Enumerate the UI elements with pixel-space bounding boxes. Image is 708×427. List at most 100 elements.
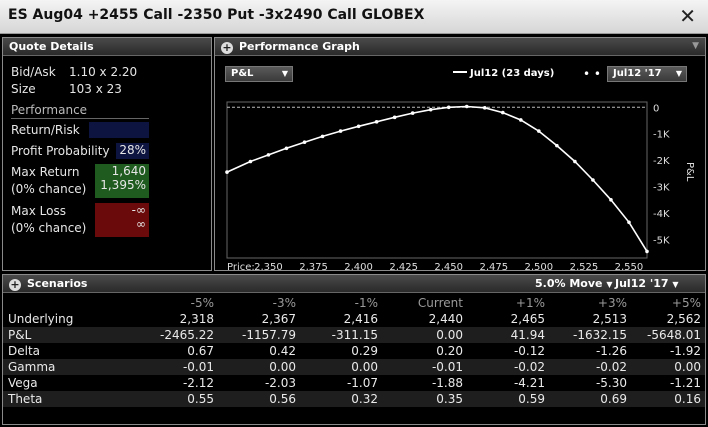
pnl-point [482, 106, 487, 110]
table-cell: -1.88 [431, 376, 463, 390]
expand-icon[interactable]: + [221, 42, 233, 54]
table-cell: -1.92 [669, 344, 701, 358]
table-row: Theta 0.55 0.56 0.32 0.35 0.59 0.69 0.16 [3, 391, 705, 407]
table-cell: -4.21 [513, 376, 545, 390]
table-cell: 0.00 [631, 359, 705, 375]
panel-menu-icon[interactable]: ▼ [692, 38, 699, 55]
scenario-column-header [3, 295, 103, 311]
table-cell: 0.00 [218, 359, 300, 375]
table-cell: -2.12 [182, 376, 214, 390]
row-label: Delta [8, 344, 41, 358]
pnl-point [356, 124, 361, 129]
max-return-percent: 1,395% [100, 178, 146, 192]
pnl-point [374, 120, 379, 124]
y-tick-label: -3K [653, 183, 670, 194]
row-label: Underlying [8, 312, 74, 326]
pnl-point [284, 146, 289, 151]
scenario-column-header: +1% [515, 296, 545, 310]
table-cell: 0.32 [300, 391, 382, 407]
table-cell: -0.02 [467, 359, 549, 375]
table-cell: 0.42 [269, 344, 296, 358]
pnl-point [591, 178, 595, 182]
expand-icon[interactable]: + [9, 279, 21, 291]
scenario-column-header: -1% [354, 296, 378, 310]
y-tick-label: -2K [653, 156, 670, 167]
pnl-point [537, 129, 541, 133]
pnl-point [248, 159, 253, 164]
table-cell: -0.01 [382, 359, 467, 375]
x-tick-label: 2,475 [479, 262, 508, 270]
table-cell: 0.67 [187, 344, 214, 358]
divider [11, 118, 149, 119]
table-cell: 0.16 [631, 391, 705, 407]
row-label: P&L [3, 327, 103, 343]
pnl-point [519, 118, 523, 122]
table-row: P&L -2465.22 -1157.79 -311.15 0.00 41.94 -1632… [3, 327, 705, 343]
scenario-date-dropdown[interactable]: Jul12 '17 ▼ [615, 275, 679, 293]
scenario-column-header: Current [417, 296, 463, 310]
max-loss-value: -∞ [131, 203, 146, 217]
table-cell: -0.01 [103, 359, 218, 375]
x-tick-label: 2,425 [389, 262, 418, 270]
x-axis: 2,350 2,375 2,400 2,425 2,450 2,475 2,500 2,525… [254, 262, 643, 270]
scenarios-panel: + Scenarios 5.0% Move ▼ Jul12 '17 ▼ -5% -3… [2, 274, 706, 425]
table-cell: 0.20 [436, 344, 463, 358]
quote-details-title: Quote Details [9, 40, 94, 53]
table-cell: -1157.79 [218, 327, 300, 343]
max-return-box: 1,640 1,395% [95, 164, 149, 198]
pnl-point [609, 198, 613, 202]
table-cell: 41.94 [467, 327, 549, 343]
move-dropdown[interactable]: 5.0% Move ▼ [535, 275, 612, 293]
pnl-point [555, 143, 559, 148]
close-icon[interactable]: ✕ [679, 4, 696, 28]
max-loss-label: Max Loss [11, 204, 66, 218]
quote-details-panel: Quote Details Bid/Ask 1.10 x 2.20 Size 1… [2, 37, 212, 271]
size-value: 103 x 23 [69, 82, 122, 96]
scenario-column-header: +5% [671, 296, 701, 310]
table-cell: -1632.15 [549, 327, 631, 343]
max-loss-chance: (0% chance) [11, 221, 87, 235]
table-cell: -0.12 [513, 344, 545, 358]
scenario-column-header: -3% [272, 296, 296, 310]
pnl-point [302, 140, 307, 144]
row-label: Theta [3, 391, 103, 407]
pnl-point [338, 129, 343, 133]
table-row: Delta 0.67 0.42 0.29 0.20 -0.12 -1.26 -1.92 [3, 343, 705, 359]
table-cell: -5648.01 [631, 327, 705, 343]
table-cell: 0.00 [300, 359, 382, 375]
table-cell: 2,562 [666, 312, 701, 326]
pnl-point [410, 111, 415, 115]
scenarios-body: Underlying 2,318 2,367 2,416 2,440 2,465 2,513… [3, 311, 705, 407]
performance-graph-title: Performance Graph [239, 40, 360, 53]
profit-probability-label: Profit Probability [11, 144, 110, 158]
title-bar: ES Aug04 +2455 Call -2350 Put -3x2490 Ca… [0, 0, 708, 34]
pnl-point [266, 153, 271, 157]
table-cell: 2,513 [592, 312, 627, 326]
max-return-chance: (0% chance) [11, 182, 87, 196]
y-tick-label: 0 [653, 103, 659, 114]
table-cell: 0.69 [549, 391, 631, 407]
return-risk-label: Return/Risk [11, 123, 80, 137]
x-tick-label: 2,500 [525, 262, 554, 270]
table-row: Gamma -0.01 0.00 0.00 -0.01 -0.02 -0.02 0.00 [3, 359, 705, 375]
table-row: Underlying 2,318 2,367 2,416 2,440 2,465 2,513… [3, 311, 705, 327]
y-tick-label: -1K [653, 130, 670, 141]
x-tick-label: 2,350 [254, 262, 283, 270]
pnl-point [320, 134, 325, 139]
scenario-column-header: -5% [190, 296, 214, 310]
performance-graph-panel: + Performance Graph ▼ P&L ▼ Jul12 (23 days… [214, 37, 706, 271]
pnl-point [392, 115, 397, 120]
max-return-value: 1,640 [111, 164, 146, 178]
chevron-down-icon: ▼ [606, 280, 613, 289]
max-loss-box: -∞ ∞ [95, 203, 149, 237]
scenario-date-dropdown-label: Jul12 '17 [615, 277, 669, 290]
chevron-down-icon: ▼ [672, 280, 679, 289]
row-label: Vega [8, 376, 38, 390]
pnl-point [573, 159, 577, 164]
table-row: Vega -2.12 -2.03 -1.07 -1.88 -4.21 -5.30 -1.21 [3, 375, 705, 391]
scenarios-header: + Scenarios 5.0% Move ▼ Jul12 '17 ▼ [3, 275, 705, 293]
table-cell: -1.26 [595, 344, 627, 358]
plot-area [226, 101, 648, 259]
table-cell: 2,440 [428, 312, 463, 326]
x-tick-label: 2,400 [344, 262, 373, 270]
